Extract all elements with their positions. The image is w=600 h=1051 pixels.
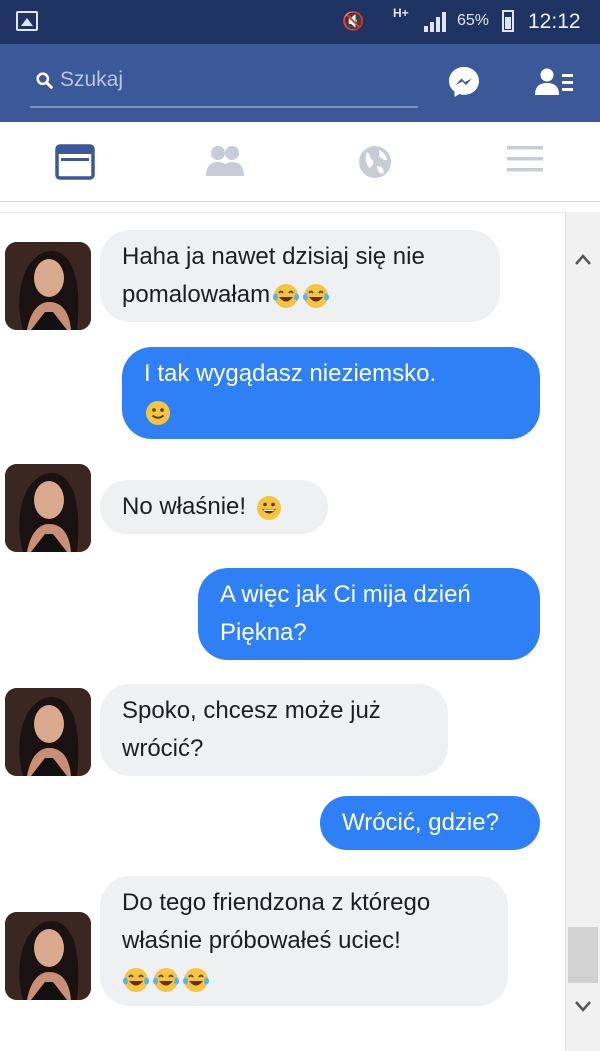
chevron-up-icon[interactable] (574, 252, 592, 266)
network-type: H+ (393, 6, 409, 20)
app-header (0, 44, 600, 122)
gallery-notification-icon (16, 11, 38, 31)
avatar-photo (5, 464, 91, 552)
menu-icon (507, 146, 543, 172)
avatar-photo (5, 242, 91, 330)
battery-icon (502, 10, 514, 32)
avatar-photo (5, 912, 91, 1000)
globe-icon (359, 146, 391, 178)
laughing-tears-emoji (123, 967, 149, 992)
message-incoming[interactable]: No właśnie! (100, 480, 328, 534)
slight-smile-emoji (146, 400, 170, 425)
tab-notifications[interactable] (300, 122, 450, 202)
message-text: No właśnie! (122, 493, 247, 520)
signal-strength-icon (424, 12, 448, 32)
chevron-down-icon[interactable] (574, 1000, 592, 1014)
laughing-tears-emoji (303, 283, 330, 308)
search-input[interactable] (60, 64, 400, 96)
avatar[interactable] (5, 688, 91, 776)
search-underline (30, 106, 418, 108)
news-feed-icon (55, 144, 95, 180)
tab-friends[interactable] (150, 122, 300, 202)
scrollbar[interactable] (565, 212, 600, 1051)
avatar-photo (5, 688, 91, 776)
message-outgoing[interactable]: I tak wygądasz nieziemsko. (122, 347, 540, 439)
tab-news-feed[interactable] (0, 122, 150, 202)
message-incoming[interactable]: Spoko, chcesz może już wrócić? (100, 684, 448, 776)
grin-emoji (256, 495, 281, 520)
laughing-tears-emoji (153, 967, 179, 992)
scroll-thumb[interactable] (568, 927, 598, 983)
friends-icon (206, 146, 244, 176)
tab-bar (0, 122, 600, 202)
message-text: Piękna? (220, 619, 307, 646)
message-outgoing[interactable]: A więc jak Ci mija dzień Piękna? (198, 568, 540, 660)
messenger-icon[interactable] (446, 64, 482, 100)
message-incoming[interactable]: Haha ja nawet dzisiaj się nie pomalowała… (100, 230, 500, 322)
avatar[interactable] (5, 242, 91, 330)
avatar[interactable] (5, 464, 91, 552)
vibrate-mode-icon: 🔇 (342, 11, 365, 31)
battery-percentage: 65% (457, 12, 490, 29)
search-icon[interactable] (36, 72, 53, 89)
avatar[interactable] (5, 912, 91, 1000)
laughing-tears-emoji (183, 967, 209, 992)
message-text: pomalowałam (122, 281, 271, 308)
status-bar: 🔇 H+ 65% 12:12 (0, 0, 600, 44)
message-text: Spoko, chcesz może już (122, 697, 381, 724)
tab-menu[interactable] (450, 122, 600, 202)
message-text: wrócić? (122, 735, 204, 762)
message-text: Haha ja nawet dzisiaj się nie (122, 243, 425, 270)
clock: 12:12 (528, 10, 581, 33)
friend-requests-icon[interactable] (534, 66, 574, 98)
message-text: właśnie próbowałeś uciec! (122, 927, 401, 954)
message-outgoing[interactable]: Wrócić, gdzie? (320, 796, 540, 850)
message-text: Wrócić, gdzie? (342, 809, 499, 836)
laughing-tears-emoji (273, 283, 300, 308)
message-incoming[interactable]: Do tego friendzona z którego właśnie pró… (100, 876, 508, 1006)
chat-thread: Haha ja nawet dzisiaj się nie pomalowała… (0, 212, 600, 1051)
message-text: A więc jak Ci mija dzień (220, 581, 471, 608)
message-text: Do tego friendzona z którego (122, 889, 431, 916)
message-text: I tak wygądasz nieziemsko. (144, 360, 437, 387)
